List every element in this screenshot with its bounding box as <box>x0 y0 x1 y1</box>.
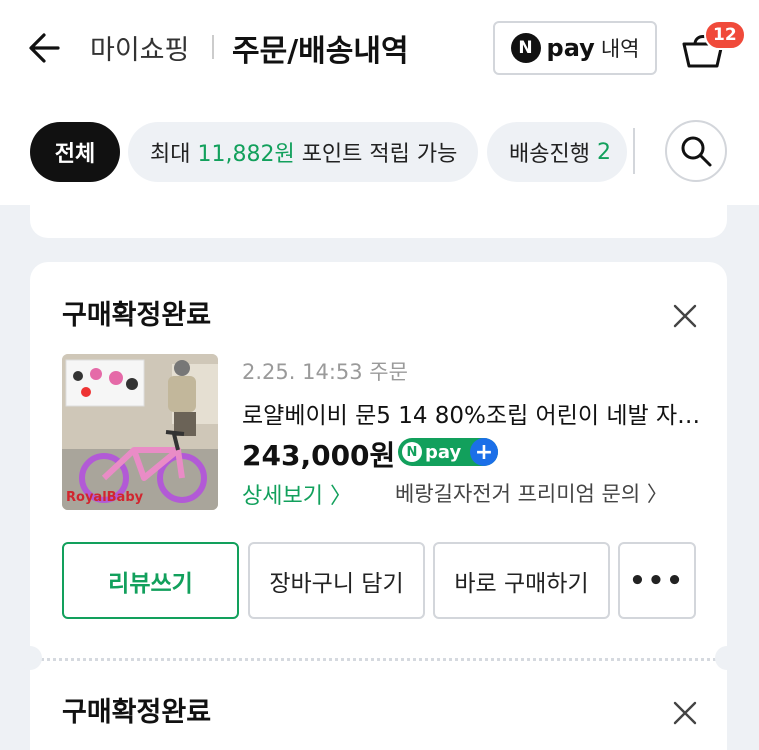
order-date: 2.25. 14:53 주문 <box>242 360 408 384</box>
npay-n-icon: N <box>402 442 422 462</box>
points-prefix: 최대 <box>150 142 198 167</box>
breadcrumb-divider <box>212 35 214 59</box>
card-perforation <box>30 658 727 661</box>
product-price: 243,000원 <box>242 439 396 472</box>
product-thumbnail[interactable]: RoyalBaby <box>62 354 218 510</box>
plus-icon: + <box>470 438 498 466</box>
filter-chip-points[interactable]: 최대 11,882원 포인트 적립 가능 <box>128 122 478 182</box>
order-status: 구매확정완료 <box>62 300 212 331</box>
back-arrow-icon[interactable] <box>24 26 68 70</box>
order-status-next: 구매확정완료 <box>62 697 212 728</box>
filter-chip-shipping[interactable]: 배송진행 2 <box>487 122 627 182</box>
npay-plus-word: pay <box>425 441 462 463</box>
chip-divider <box>633 128 635 174</box>
seller-inquiry-link[interactable]: 베랑길자전거 프리미엄 문의 〉 <box>395 478 668 508</box>
close-icon[interactable] <box>672 700 698 726</box>
npay-word: pay <box>546 34 595 62</box>
npay-history-label: 내역 <box>600 37 640 61</box>
add-to-cart-button[interactable]: 장바구니 담기 <box>248 542 425 619</box>
points-amount: 11,882원 <box>197 142 295 167</box>
card-notch-left <box>18 646 42 670</box>
view-detail-link[interactable]: 상세보기 〉 <box>242 478 352 510</box>
more-options-button[interactable]: ••• <box>618 542 696 619</box>
cart-count-badge: 12 <box>704 20 746 50</box>
filter-chip-all[interactable]: 전체 <box>30 122 120 182</box>
buy-now-button[interactable]: 바로 구매하기 <box>433 542 610 619</box>
previous-order-card <box>30 190 727 238</box>
card-notch-right <box>715 646 739 670</box>
close-icon[interactable] <box>672 303 698 329</box>
search-icon <box>681 136 712 167</box>
brand-logo-text: RoyalBaby <box>66 490 144 505</box>
npay-logo-icon: N <box>510 33 541 63</box>
product-name[interactable]: 로얄베이비 문5 14 80%조립 어린이 네발 자전거 <box>242 396 702 430</box>
write-review-button[interactable]: 리뷰쓰기 <box>62 542 239 619</box>
npay-plus-badge: N pay + <box>398 438 498 466</box>
points-suffix: 포인트 적립 가능 <box>294 142 458 167</box>
shipping-label: 배송진행 <box>509 142 597 167</box>
shipping-count: 2 <box>596 139 611 165</box>
bicycle-product-image <box>62 354 218 510</box>
npay-history-button[interactable]: N pay 내역 <box>493 21 657 75</box>
breadcrumb-my-shopping[interactable]: 마이쇼핑 <box>90 28 189 67</box>
search-button[interactable] <box>665 120 727 182</box>
page-title: 주문/배송내역 <box>232 34 409 69</box>
